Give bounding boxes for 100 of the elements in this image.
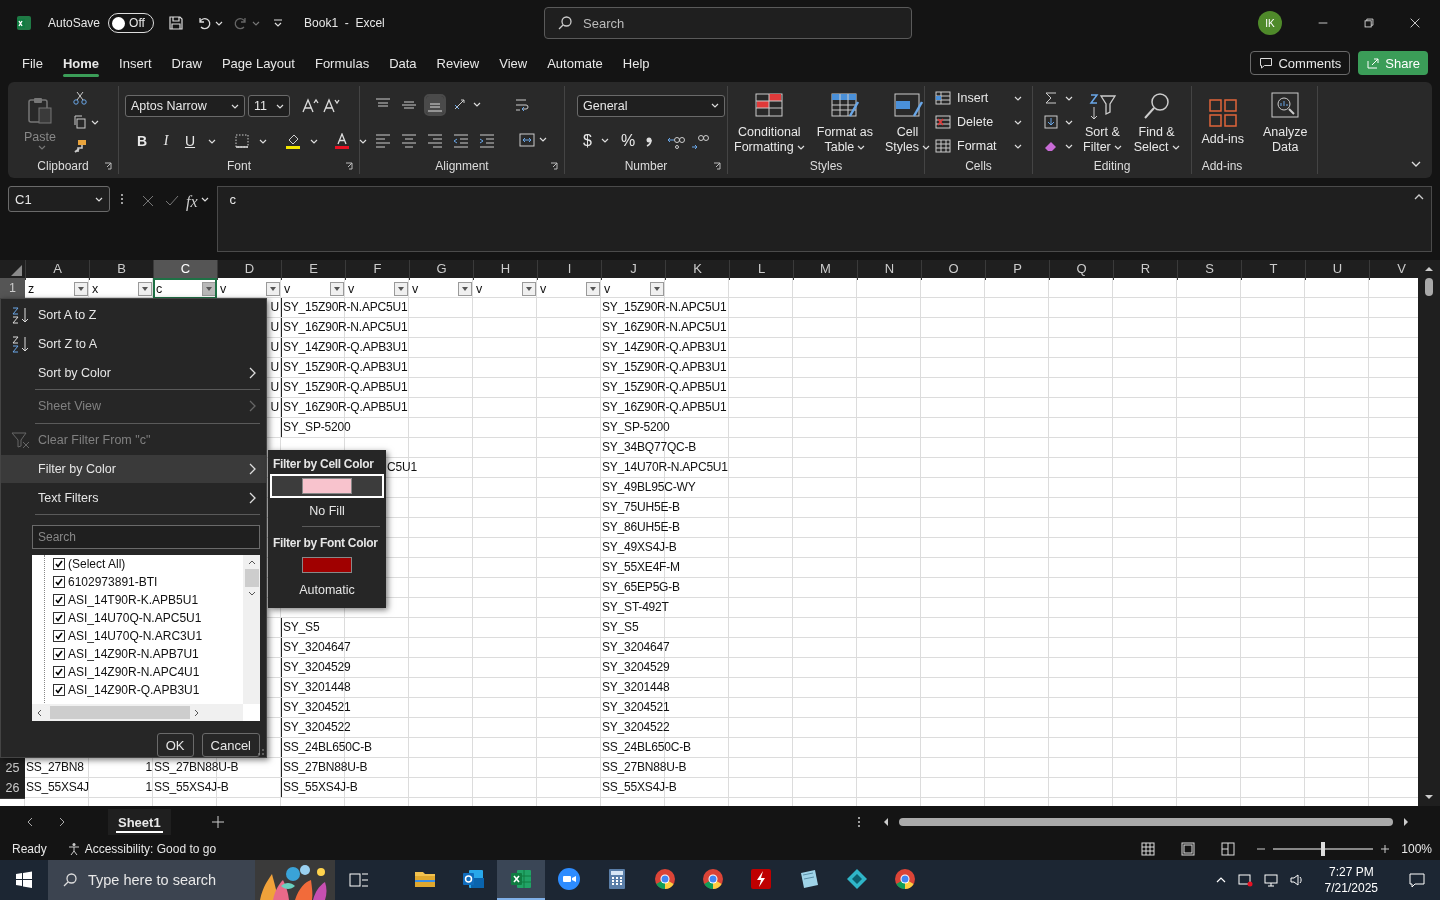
column-header[interactable]: P bbox=[985, 260, 1049, 280]
checkbox[interactable] bbox=[53, 557, 65, 570]
bold-button[interactable]: B bbox=[133, 133, 151, 149]
column-header[interactable]: S bbox=[1177, 260, 1241, 280]
borders-icon[interactable] bbox=[234, 133, 250, 149]
addins-button[interactable]: Add-ins bbox=[1199, 95, 1246, 149]
menu-item[interactable]: Filter by Color bbox=[1, 454, 266, 484]
filter-dropdown-icon[interactable] bbox=[458, 281, 472, 296]
list-item-label[interactable]: (Select All) bbox=[68, 556, 126, 571]
column-header[interactable]: E bbox=[281, 260, 345, 280]
network-icon[interactable] bbox=[1262, 872, 1279, 888]
grow-font-icon[interactable] bbox=[301, 97, 319, 115]
ribbon-tab[interactable]: Help bbox=[613, 49, 659, 77]
checkbox[interactable] bbox=[53, 647, 65, 660]
chevron-up-icon[interactable] bbox=[246, 558, 257, 565]
column-header[interactable]: R bbox=[1113, 260, 1177, 280]
formula-input[interactable]: c bbox=[216, 186, 1432, 252]
add-sheet-icon[interactable] bbox=[210, 815, 225, 829]
column-header[interactable]: F bbox=[345, 260, 409, 280]
scrollbar[interactable] bbox=[243, 554, 260, 704]
header-cell[interactable]: v bbox=[217, 278, 281, 299]
launcher-icon[interactable] bbox=[713, 162, 721, 170]
column-header[interactable]: M bbox=[793, 260, 857, 280]
filter-dropdown-icon[interactable] bbox=[138, 281, 152, 296]
menu-item[interactable]: Sort by Color bbox=[1, 358, 266, 388]
insert-function-button[interactable]: fx bbox=[186, 193, 198, 211]
scroll-thumb[interactable] bbox=[1425, 278, 1433, 296]
name-box[interactable]: C1 bbox=[8, 186, 110, 212]
column-header[interactable]: H bbox=[473, 260, 537, 280]
ribbon-tab[interactable]: Page Layout bbox=[212, 49, 304, 77]
filter-dropdown-icon[interactable] bbox=[650, 281, 664, 296]
sheet-tab[interactable]: Sheet1 bbox=[108, 809, 171, 835]
close-icon[interactable] bbox=[1408, 16, 1422, 30]
start-icon[interactable] bbox=[15, 871, 33, 889]
column-header[interactable]: U bbox=[1305, 260, 1369, 280]
speaker-icon[interactable] bbox=[1288, 872, 1305, 888]
column-header[interactable]: Q bbox=[1049, 260, 1113, 280]
search-field[interactable]: Search bbox=[544, 7, 912, 39]
scroll-thumb[interactable] bbox=[50, 706, 190, 719]
list-item-label[interactable]: 6102973891-BTI bbox=[68, 574, 158, 589]
header-cell[interactable]: v bbox=[537, 278, 601, 299]
find-button[interactable]: Find & Select bbox=[1131, 87, 1182, 157]
filter-dropdown-icon[interactable] bbox=[266, 281, 280, 296]
font-name-dropdown[interactable]: Aptos Narrow bbox=[125, 95, 245, 117]
row-header[interactable]: 1 bbox=[0, 278, 25, 299]
list-item-label[interactable]: ASI_14U70Q-N.APC5U1 bbox=[68, 610, 202, 625]
list-item-label[interactable]: ASI_14U70Q-N.ARC3U1 bbox=[68, 628, 203, 643]
font-color-icon[interactable] bbox=[334, 133, 350, 149]
arrow-right-icon[interactable] bbox=[1402, 817, 1409, 827]
arrow-left-icon[interactable] bbox=[882, 817, 889, 827]
notification-icon[interactable] bbox=[1408, 871, 1426, 889]
copy-icon[interactable] bbox=[72, 114, 88, 130]
column-header[interactable]: J bbox=[601, 260, 665, 280]
arrow-down-icon[interactable] bbox=[1424, 794, 1434, 800]
column-header[interactable]: D bbox=[217, 260, 281, 280]
ribbon-tab[interactable]: File bbox=[13, 49, 52, 77]
table-button[interactable]: Format as Table bbox=[814, 87, 875, 157]
ribbon-tab[interactable]: Data bbox=[380, 49, 426, 77]
column-header[interactable]: O bbox=[921, 260, 985, 280]
resize-grip-icon[interactable] bbox=[258, 749, 264, 755]
undo-icon[interactable] bbox=[196, 15, 213, 31]
column-header[interactable]: G bbox=[409, 260, 473, 280]
header-cell[interactable]: c bbox=[153, 278, 217, 299]
list-item-label[interactable]: ASI_14Z90R-N.APC4U1 bbox=[68, 664, 200, 679]
underline-button[interactable]: U bbox=[181, 133, 199, 149]
scrollbar[interactable] bbox=[32, 704, 243, 721]
ribbon-tab[interactable]: View bbox=[490, 49, 537, 77]
page-layout-icon[interactable] bbox=[1181, 842, 1196, 856]
ribbon-tab[interactable]: Review bbox=[427, 49, 489, 77]
font-size-dropdown[interactable]: 11 bbox=[248, 95, 290, 117]
cancel-icon[interactable] bbox=[140, 193, 156, 209]
header-cell[interactable]: v bbox=[345, 278, 409, 299]
analyze-button[interactable]: Analyze Data bbox=[1261, 87, 1310, 157]
list-item-label[interactable]: ASI_14T90R-K.APB5U1 bbox=[68, 592, 199, 607]
zoom-in-icon[interactable] bbox=[1379, 843, 1392, 855]
scissors-icon[interactable] bbox=[72, 90, 88, 106]
network-alert-icon[interactable] bbox=[1236, 872, 1253, 888]
menu-item[interactable]: Sort Z to A bbox=[1, 329, 266, 359]
align-bottom-icon[interactable] bbox=[426, 95, 444, 114]
ok-button[interactable]: OK bbox=[156, 733, 194, 757]
fill-bucket-icon[interactable] bbox=[285, 133, 301, 149]
task-view-icon[interactable] bbox=[349, 871, 369, 889]
taskbar-search-field[interactable]: Type here to search bbox=[48, 860, 335, 900]
chevron-down-icon[interactable] bbox=[246, 590, 257, 597]
column-header[interactable]: N bbox=[857, 260, 921, 280]
column-header[interactable]: I bbox=[537, 260, 601, 280]
merge-cells-icon[interactable] bbox=[518, 130, 536, 149]
shrink-font-icon[interactable] bbox=[322, 97, 340, 115]
column-header[interactable]: K bbox=[665, 260, 729, 280]
color-option[interactable] bbox=[270, 474, 384, 498]
normal-view-icon[interactable] bbox=[1141, 842, 1156, 856]
menu-item[interactable]: Text Filters bbox=[1, 483, 266, 512]
filter-dropdown-icon[interactable] bbox=[202, 281, 216, 296]
scroll-thumb[interactable] bbox=[898, 818, 1393, 826]
list-item-label[interactable]: ASI_14Z90R-N.APB7U1 bbox=[68, 646, 199, 661]
header-cell[interactable]: v bbox=[601, 278, 665, 299]
sort-button[interactable]: Sort & Filter bbox=[1081, 87, 1124, 157]
checkbox[interactable] bbox=[53, 629, 65, 642]
comments-button[interactable]: Comments bbox=[1250, 51, 1351, 75]
sum-icon[interactable] bbox=[1043, 90, 1059, 106]
